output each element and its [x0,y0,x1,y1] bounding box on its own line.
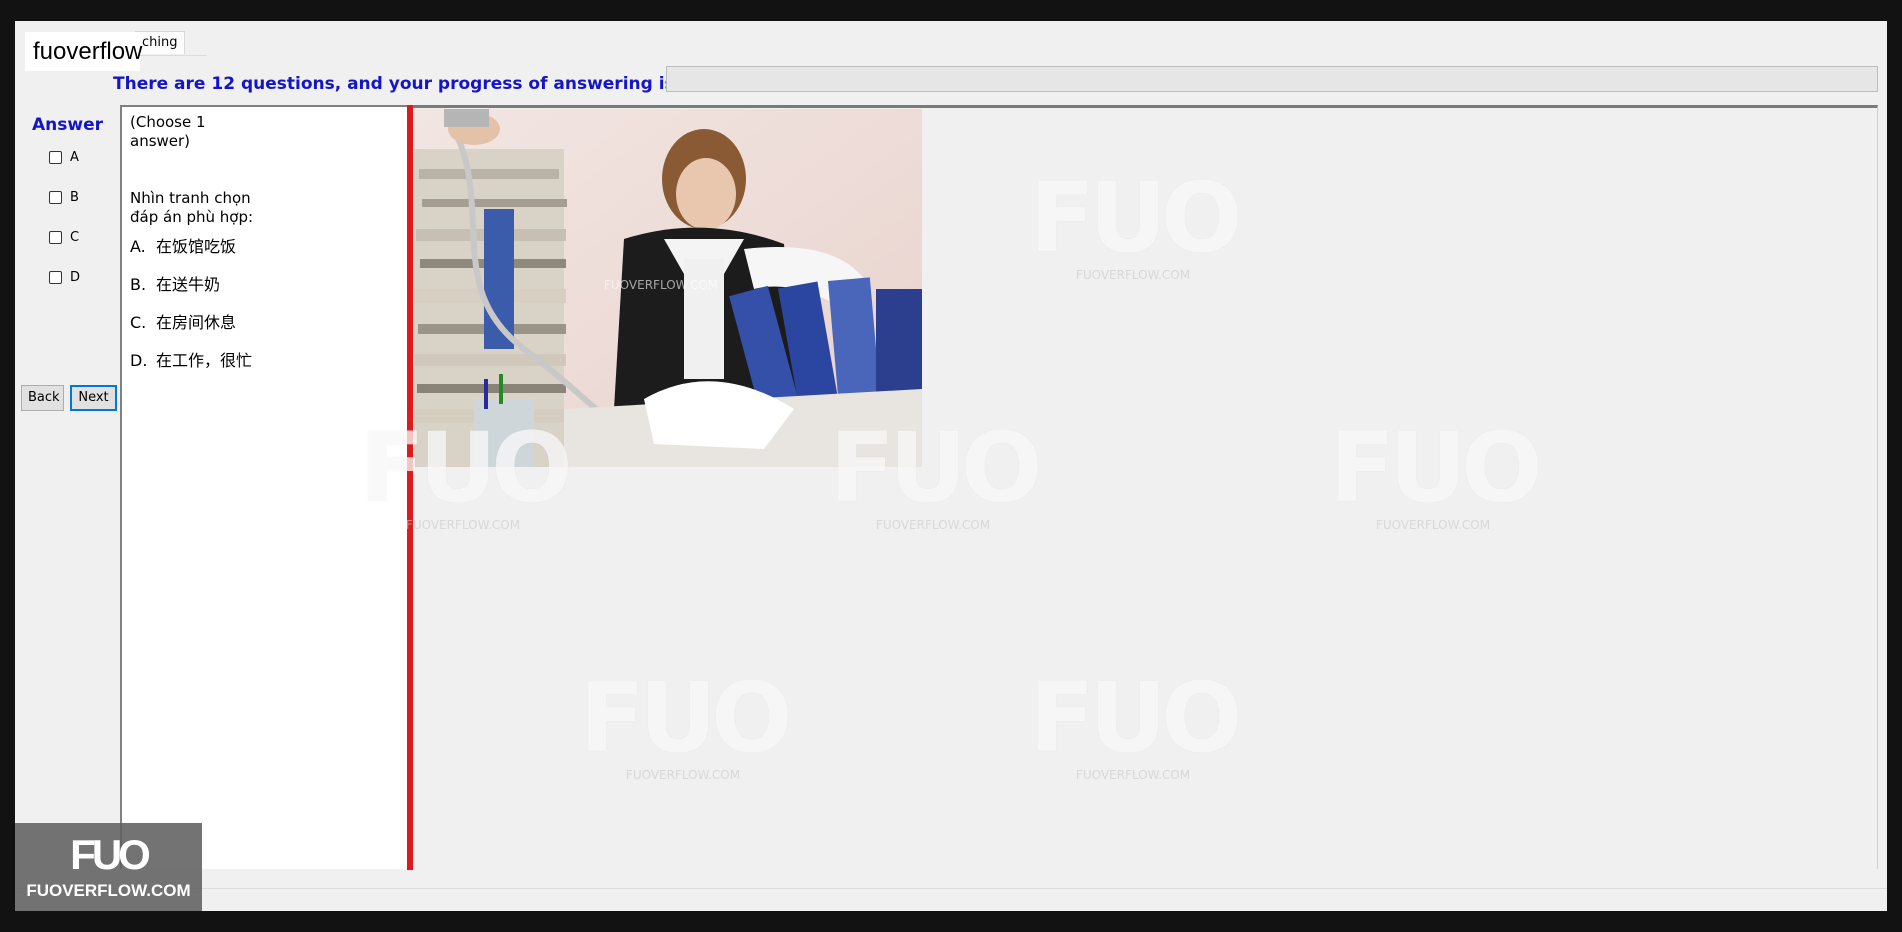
instruction-line-2: answer) [130,132,191,150]
instruction-line-1: (Choose 1 [130,113,206,131]
progress-bar [666,66,1878,92]
answer-option-label: D [70,269,81,285]
question-panel: (Choose 1 answer) Nhìn tranh chọn đáp án… [120,105,407,869]
watermark-site: FUOVERFLOW.COM [875,518,991,532]
answer-option-a[interactable]: A [49,148,79,166]
watermark: FUO FUOVERFLOW.COM [1013,668,1253,782]
status-strip [15,888,1887,911]
option-text: 在工作，很忙 [156,351,253,370]
checkbox-d[interactable] [49,270,62,284]
watermark: FUO FUOVERFLOW.COM [1313,418,1553,532]
option-text: 在房间休息 [156,313,237,332]
checkbox-c[interactable] [49,230,62,244]
answer-option-d[interactable]: D [49,268,80,286]
checkbox-b[interactable] [49,190,62,204]
site-tag: fuoverflow [25,32,142,71]
image-panel: FUOVERFLOW.COM FUO FUOVERFLOW.COM FUO FU… [359,105,1878,869]
watermark: FUO FUOVERFLOW.COM [1013,168,1253,282]
question-option-c: C. 在房间休息 [130,309,236,333]
watermark-site: FUOVERFLOW.COM [1375,518,1491,532]
option-letter: A. [130,237,146,256]
answer-option-label: A [70,149,79,165]
answer-option-c[interactable]: C [49,228,79,246]
option-text: 在饭馆吃饭 [156,237,237,256]
brand-site: FUOVERFLOW.COM [26,881,191,900]
progress-label: There are 12 questions, and your progres… [113,74,675,94]
option-text: 在送牛奶 [156,275,221,294]
watermark-logo: FUO [1329,412,1542,524]
question-option-a: A. 在饭馆吃饭 [130,233,236,257]
back-button[interactable]: Back [21,385,64,411]
prompt-line-1: Nhìn tranh chọn [130,189,251,207]
watermark-site: FUOVERFLOW.COM [625,768,741,782]
next-button[interactable]: Next [70,385,117,411]
brand-badge: FUO FUOVERFLOW.COM [15,823,202,911]
option-letter: D. [130,351,148,370]
watermark-logo: FUO [1029,662,1242,774]
question-option-d: D. 在工作，很忙 [130,347,252,371]
watermark: FUO FUOVERFLOW.COM [563,668,803,782]
option-letter: C. [130,313,147,332]
question-option-b: B. 在送牛奶 [130,271,220,295]
prompt-line-2: đáp án phù hợp: [130,208,254,226]
photo-watermark-text: FUOVERFLOW.COM [604,278,718,292]
tab-matching[interactable]: ching [135,31,185,54]
watermark-logo: FUO [1029,162,1242,274]
answer-option-label: B [70,189,79,205]
answer-option-label: C [70,229,80,245]
option-letter: B. [130,275,147,294]
office-worker-photo: FUOVERFLOW.COM [414,109,922,467]
watermark-site: FUOVERFLOW.COM [1075,268,1191,282]
checkbox-a[interactable] [49,150,62,164]
brand-logo: FUO [70,831,151,878]
exam-window: ching fuoverflow There are 12 questions,… [15,21,1887,911]
watermark-site: FUOVERFLOW.COM [1075,768,1191,782]
answer-option-b[interactable]: B [49,188,79,206]
watermark-logo: FUO [579,662,792,774]
answer-title: Answer [32,115,103,135]
